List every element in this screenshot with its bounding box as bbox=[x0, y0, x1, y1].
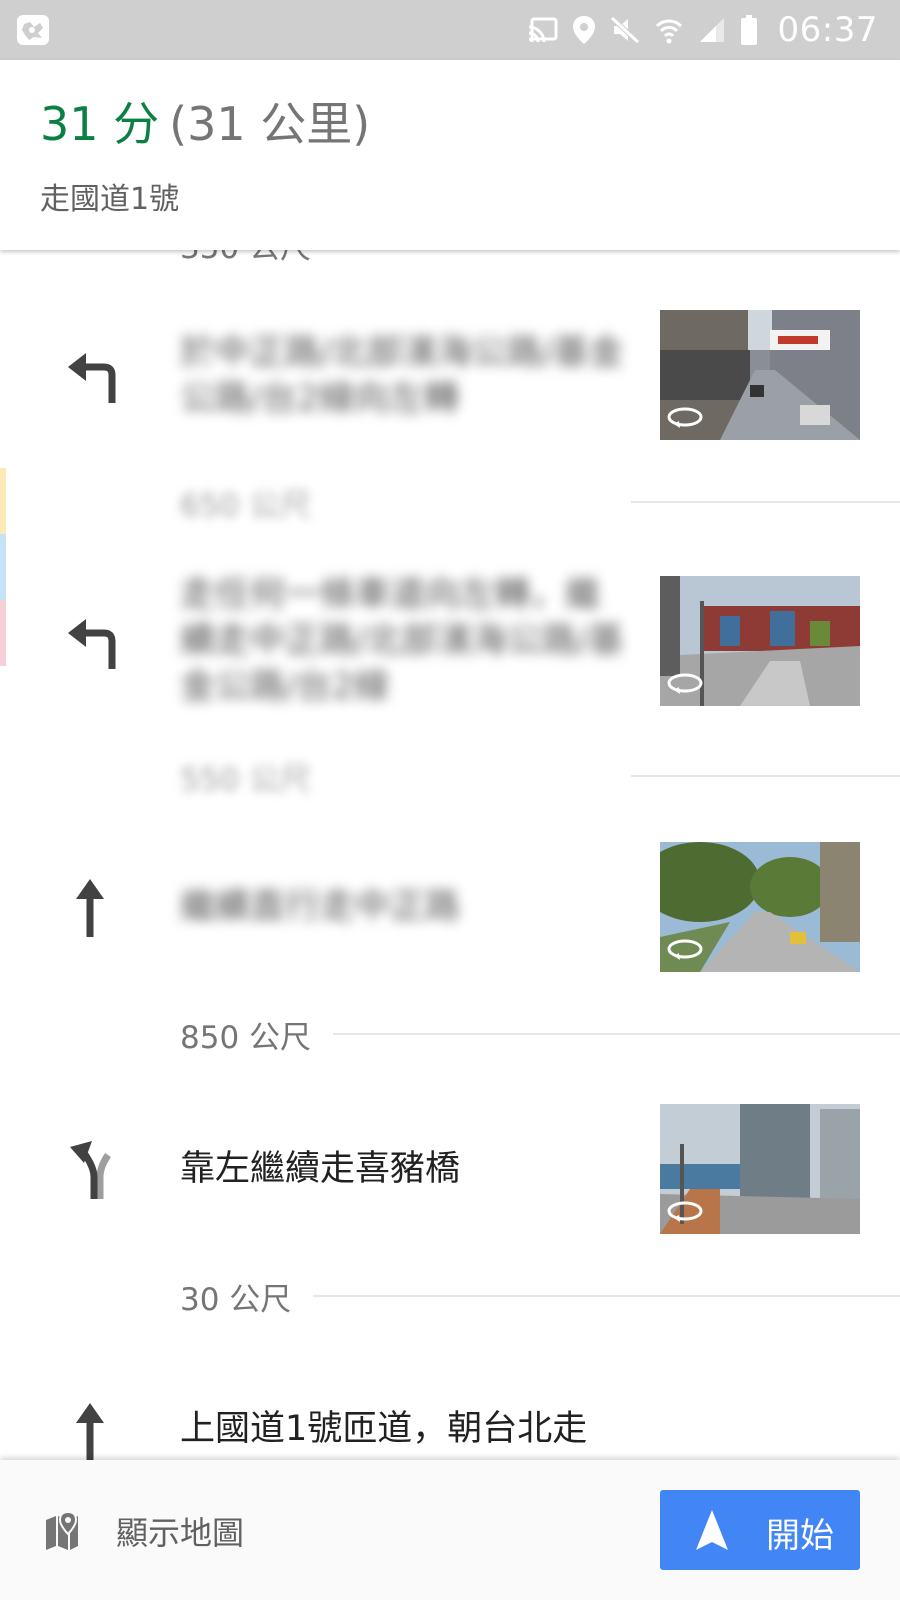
wifi-icon bbox=[655, 19, 682, 44]
directions-list[interactable]: 350 公尺 於中正路/北部濱海公路/基金公路/台2線向左轉 bbox=[0, 250, 900, 1460]
turn-left-icon bbox=[68, 619, 116, 669]
street-view-thumbnail[interactable] bbox=[660, 576, 860, 706]
signal-icon bbox=[699, 18, 724, 42]
route-description: 走國道1號 bbox=[40, 182, 180, 217]
keep-left-icon bbox=[70, 1141, 111, 1199]
distance-label: 350 公尺 bbox=[180, 250, 311, 267]
status-bar: 06:37 bbox=[0, 0, 900, 60]
trip-duration: 31 分 bbox=[40, 97, 160, 151]
street-view-thumbnail[interactable] bbox=[660, 842, 860, 972]
step-instruction: 上國道1號匝道，朝台北走 bbox=[180, 1409, 588, 1449]
step-distance: 650 公尺 bbox=[180, 482, 900, 524]
step-instruction: 走任何一條車道向左轉，繼續走中正路/北部濱海公路/基金公路/台2線 bbox=[180, 575, 624, 707]
start-label: 開始 bbox=[766, 1516, 834, 1556]
step-instruction: 靠左繼續走喜豬橋 bbox=[180, 1149, 461, 1189]
street-view-thumbnail[interactable] bbox=[660, 1104, 860, 1234]
distance-label: 550 公尺 bbox=[180, 761, 312, 798]
straight-icon bbox=[76, 879, 104, 937]
street-view-thumbnail[interactable] bbox=[660, 310, 860, 440]
direction-step[interactable]: 繼續直行走中正路 bbox=[0, 842, 900, 972]
divider bbox=[313, 1295, 900, 1297]
street-view-360-icon bbox=[667, 407, 703, 428]
divider bbox=[631, 501, 900, 503]
street-view-360-icon bbox=[667, 1201, 703, 1222]
app-notification-icon bbox=[17, 15, 49, 45]
show-map-button[interactable]: 顯示地圖 bbox=[20, 1480, 280, 1580]
step-distance: 850 公尺 bbox=[180, 1014, 900, 1056]
direction-step[interactable]: 走任何一條車道向左轉，繼續走中正路/北部濱海公路/基金公路/台2線 bbox=[0, 575, 900, 707]
battery-icon bbox=[740, 15, 757, 45]
route-color-stripe bbox=[0, 600, 6, 666]
step-distance: 350 公尺 bbox=[180, 250, 900, 267]
distance-label: 30 公尺 bbox=[180, 1281, 292, 1318]
navigation-arrow-icon bbox=[696, 1510, 728, 1550]
direction-step[interactable]: 上國道1號匝道，朝台北走 bbox=[0, 1366, 900, 1460]
show-map-label: 顯示地圖 bbox=[116, 1514, 245, 1552]
turn-left-icon bbox=[68, 353, 116, 403]
start-navigation-button[interactable]: 開始 bbox=[660, 1490, 860, 1570]
status-time: 06:37 bbox=[777, 10, 878, 50]
step-distance: 30 公尺 bbox=[180, 1276, 900, 1318]
trip-distance: (31 公里) bbox=[169, 97, 371, 151]
straight-icon bbox=[76, 1403, 104, 1460]
divider bbox=[631, 775, 900, 777]
mute-icon bbox=[609, 16, 640, 44]
route-summary-title: 31 分 (31 公里) bbox=[40, 96, 370, 152]
distance-label: 850 公尺 bbox=[180, 1019, 312, 1056]
street-view-360-icon bbox=[667, 673, 703, 694]
direction-step[interactable]: 靠左繼續走喜豬橋 bbox=[0, 1104, 900, 1234]
step-distance: 550 公尺 bbox=[180, 756, 900, 798]
distance-label: 650 公尺 bbox=[180, 487, 312, 524]
direction-step[interactable]: 於中正路/北部濱海公路/基金公路/台2線向左轉 bbox=[0, 310, 900, 440]
route-color-stripe bbox=[0, 468, 6, 534]
step-instruction: 於中正路/北部濱海公路/基金公路/台2線向左轉 bbox=[180, 333, 624, 419]
status-icons: 06:37 bbox=[528, 0, 878, 60]
map-pin-icon bbox=[46, 1510, 78, 1550]
street-view-360-icon bbox=[667, 939, 703, 960]
cast-icon bbox=[528, 17, 558, 43]
route-color-stripe bbox=[0, 534, 6, 600]
route-summary-header: 31 分 (31 公里) 走國道1號 bbox=[0, 60, 900, 250]
divider bbox=[333, 1033, 900, 1035]
bottom-action-bar: 顯示地圖 開始 bbox=[0, 1460, 900, 1600]
step-instruction: 繼續直行走中正路 bbox=[180, 887, 461, 927]
location-icon bbox=[572, 16, 595, 44]
